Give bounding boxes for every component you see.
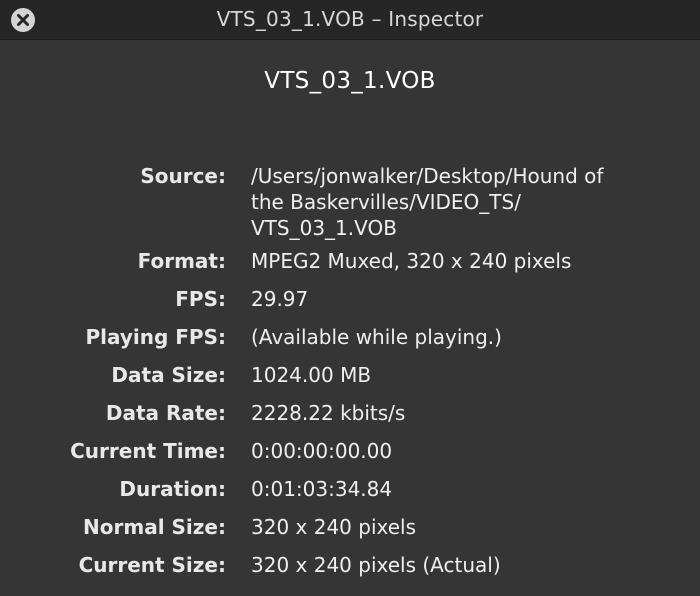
current-time-value: 0:00:00:00.00: [251, 439, 393, 463]
normal-size-value: 320 x 240 pixels: [251, 515, 417, 539]
source-value: /Users/jonwalker/Desktop/Hound of the Ba…: [251, 163, 671, 241]
playing-fps-value: (Available while playing.): [251, 325, 502, 349]
format-value: MPEG2 Muxed, 320 x 240 pixels: [251, 249, 572, 273]
format-label: Format:: [137, 249, 226, 273]
current-time-label: Current Time:: [70, 439, 226, 463]
source-value-line: /Users/jonwalker/Desktop/Hound of: [251, 164, 604, 188]
inspector-window: VTS_03_1.VOB – Inspector VTS_03_1.VOB So…: [0, 0, 700, 596]
normal-size-label: Normal Size:: [83, 515, 226, 539]
data-size-label: Data Size:: [111, 363, 226, 387]
data-size-value: 1024.00 MB: [251, 363, 372, 387]
fps-label: FPS:: [175, 287, 226, 311]
title-bar[interactable]: VTS_03_1.VOB – Inspector: [0, 0, 700, 40]
window-title: VTS_03_1.VOB – Inspector: [216, 7, 484, 31]
source-label: Source:: [140, 164, 226, 188]
duration-label: Duration:: [119, 477, 226, 501]
file-name-heading: VTS_03_1.VOB: [264, 68, 436, 94]
data-rate-label: Data Rate:: [105, 401, 226, 425]
source-value-line: the Baskervilles/VIDEO_TS/: [251, 190, 521, 214]
duration-value: 0:01:03:34.84: [251, 477, 393, 501]
current-size-label: Current Size:: [78, 553, 226, 577]
playing-fps-label: Playing FPS:: [85, 325, 226, 349]
current-size-value: 320 x 240 pixels (Actual): [251, 553, 501, 577]
data-rate-value: 2228.22 kbits/s: [251, 401, 406, 425]
fps-value: 29.97: [251, 287, 309, 311]
source-value-line: VTS_03_1.VOB: [251, 216, 397, 240]
